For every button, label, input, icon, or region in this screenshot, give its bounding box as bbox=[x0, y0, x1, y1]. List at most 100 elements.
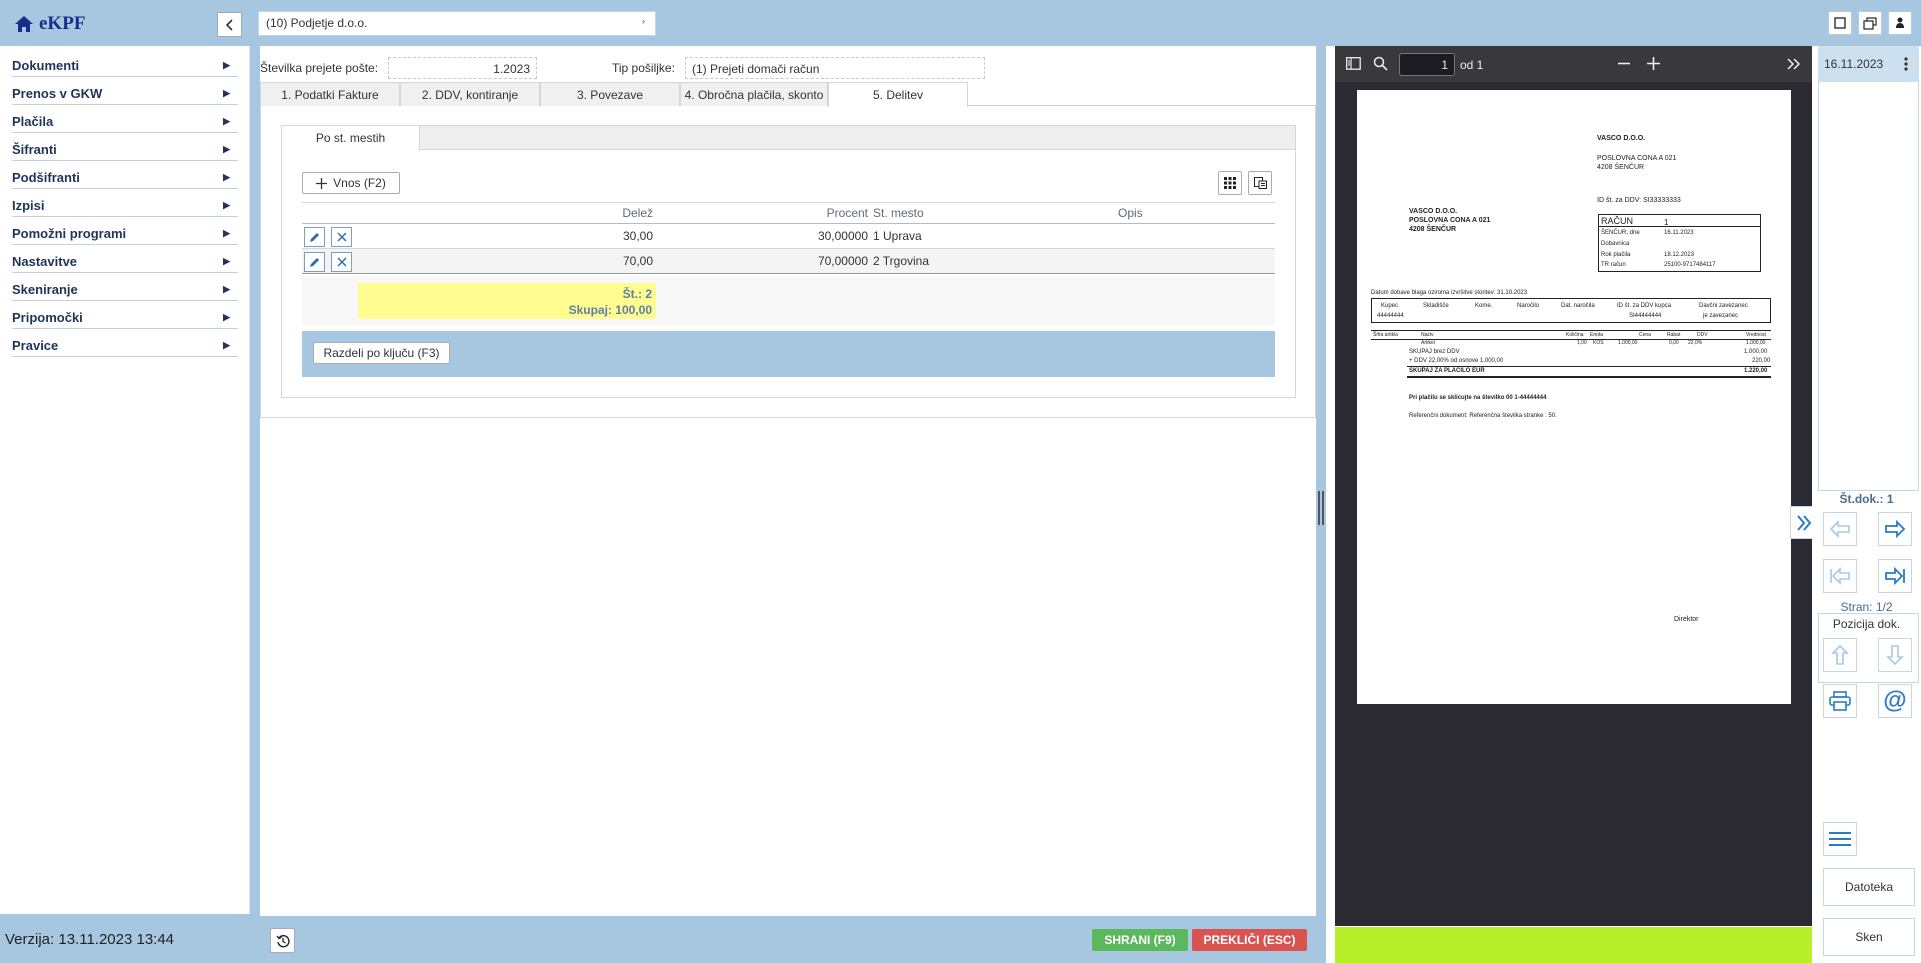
sidebar-item-label: Nastavitve bbox=[12, 254, 78, 269]
window-icon-button[interactable] bbox=[1828, 11, 1852, 35]
history-icon bbox=[275, 934, 290, 947]
inner-tab-strip bbox=[282, 126, 1295, 150]
double-chevron-right-icon[interactable] bbox=[1787, 58, 1801, 70]
sidebar-item-label: Šifranti bbox=[12, 142, 57, 157]
chevron-right-icon: ▶ bbox=[223, 200, 230, 210]
tab-label: 5. Delitev bbox=[872, 88, 924, 102]
sidebar-item-skeniranje[interactable]: Skeniranje ▶ bbox=[12, 277, 238, 301]
doc-sum-net-label: SKUPAJ brez DDV bbox=[1409, 349, 1460, 355]
scan-button-label: Sken bbox=[1855, 930, 1883, 944]
plus-icon bbox=[316, 177, 328, 189]
sidebar-item-pomozni[interactable]: Pomožni programi ▶ bbox=[12, 221, 238, 245]
sidebar-item-pripomocki[interactable]: Pripomočki ▶ bbox=[12, 305, 238, 329]
doc-ref-doc: Referenčni dokument: Referenčna številka… bbox=[1409, 413, 1557, 419]
doc-h-comm: Kome. bbox=[1475, 303, 1493, 309]
app-logo[interactable]: eKPF bbox=[14, 13, 85, 35]
document-list bbox=[1818, 46, 1919, 491]
last-doc-button[interactable] bbox=[1878, 559, 1912, 593]
tab-obrocna-placila[interactable]: 4. Obročna plačila, skonto bbox=[680, 82, 828, 106]
delete-row-button[interactable] bbox=[331, 252, 352, 272]
doc-h-order: Naročilo bbox=[1517, 303, 1540, 309]
menu-button[interactable] bbox=[1823, 822, 1857, 856]
tab-po-st-mestih[interactable]: Po st. mestih bbox=[282, 126, 420, 151]
summary-total: Skupaj: 100,00 bbox=[568, 303, 652, 317]
table-row[interactable]: 70,00 70,00000 2 Trgovina bbox=[302, 249, 1275, 274]
next-doc-button[interactable] bbox=[1878, 512, 1912, 546]
sidebar-item-pravice[interactable]: Pravice ▶ bbox=[12, 333, 238, 357]
at-icon: @ bbox=[1883, 687, 1907, 714]
page-number-input[interactable]: 1 bbox=[1399, 53, 1455, 76]
home-icon bbox=[15, 16, 33, 32]
pane-splitter[interactable] bbox=[1316, 46, 1326, 963]
sidebar-item-sifranti[interactable]: Šifranti ▶ bbox=[12, 137, 238, 161]
cancel-button[interactable]: PREKLIČI (ESC) bbox=[1192, 929, 1307, 951]
version-label: Verzija: 13.11.2023 13:44 bbox=[0, 914, 250, 963]
arrow-right-icon bbox=[1885, 520, 1906, 538]
previous-doc-button[interactable] bbox=[1823, 512, 1857, 546]
doc-h-warehouse: Skladišče bbox=[1423, 303, 1449, 309]
document-list-item[interactable]: 16.11.2023 bbox=[1818, 46, 1919, 82]
user-icon bbox=[1896, 17, 1904, 28]
doc-item-vat: 22,0% bbox=[1688, 340, 1703, 346]
page-count-label: od 1 bbox=[1460, 58, 1484, 72]
arrow-up-icon bbox=[1831, 644, 1849, 665]
cell-percent: 30,00000 bbox=[817, 229, 868, 243]
doc-seller-addr2: 4208 ŠENČUR bbox=[1597, 164, 1645, 171]
company-select-value: (10) Podjetje d.o.o. bbox=[266, 16, 368, 30]
sidebar-item-nastavitve[interactable]: Nastavitve ▶ bbox=[12, 249, 238, 273]
windows-icon-button[interactable] bbox=[1858, 11, 1882, 35]
edit-row-button[interactable] bbox=[304, 252, 325, 272]
print-button[interactable] bbox=[1823, 684, 1857, 718]
close-icon bbox=[337, 257, 346, 267]
collapse-sidebar-button[interactable] bbox=[217, 12, 242, 37]
doc-position-label: Pozicija dok. bbox=[1832, 617, 1901, 631]
tab-podatki-fakture[interactable]: 1. Podatki Fakture bbox=[260, 82, 400, 106]
company-select[interactable]: (10) Podjetje d.o.o. › bbox=[258, 11, 656, 36]
split-by-key-label: Razdeli po ključu (F3) bbox=[323, 346, 440, 360]
doc-count-label: Št.dok.: 1 bbox=[1839, 492, 1894, 506]
more-vertical-icon[interactable] bbox=[1904, 57, 1908, 71]
sidebar-item-placila[interactable]: Plačila ▶ bbox=[12, 109, 238, 133]
doc-signature: Direktor bbox=[1674, 616, 1699, 623]
table-row[interactable]: 30,00 30,00000 1 Uprava bbox=[302, 224, 1275, 249]
mail-no-field: 1.2023 bbox=[388, 57, 537, 79]
email-button[interactable]: @ bbox=[1878, 684, 1912, 718]
tab-delitev[interactable]: 5. Delitev bbox=[828, 82, 968, 107]
move-up-button[interactable] bbox=[1823, 638, 1857, 672]
sidebar-item-label: Izpisi bbox=[12, 198, 45, 213]
move-down-button[interactable] bbox=[1878, 638, 1912, 672]
chevron-right-icon: › bbox=[642, 16, 645, 26]
scan-button[interactable]: Sken bbox=[1823, 918, 1915, 956]
export-button[interactable] bbox=[1248, 171, 1272, 195]
sidebar-item-dokumenti[interactable]: Dokumenti ▶ bbox=[12, 53, 238, 77]
zoom-in-icon[interactable] bbox=[1647, 57, 1660, 70]
zoom-out-icon[interactable] bbox=[1618, 62, 1630, 65]
sidebar-item-izpisi[interactable]: Izpisi ▶ bbox=[12, 193, 238, 217]
chevron-right-icon: ▶ bbox=[223, 172, 230, 182]
doc-invoice-label: RAČUN bbox=[1601, 216, 1634, 226]
file-button[interactable]: Datoteka bbox=[1823, 868, 1915, 906]
doc-buyer-addr1: POSLOVNA CONA A 021 bbox=[1409, 217, 1491, 224]
hamburger-icon bbox=[1829, 832, 1851, 846]
add-entry-button[interactable]: Vnos (F2) bbox=[302, 172, 400, 194]
split-by-key-button[interactable]: Razdeli po ključu (F3) bbox=[313, 342, 450, 364]
tab-povezave[interactable]: 3. Povezave bbox=[540, 82, 680, 106]
save-button[interactable]: SHRANI (F9) bbox=[1092, 929, 1188, 951]
history-button[interactable] bbox=[270, 928, 295, 953]
sidebar-item-podsifranti[interactable]: Podšifranti ▶ bbox=[12, 165, 238, 189]
user-icon-button[interactable] bbox=[1888, 11, 1912, 35]
chevron-right-icon: ▶ bbox=[223, 228, 230, 238]
delete-row-button[interactable] bbox=[331, 227, 352, 247]
chevron-right-icon: ▶ bbox=[223, 60, 230, 70]
sidebar-item-label: Pomožni programi bbox=[12, 226, 127, 241]
tab-ddv-kontiranje[interactable]: 2. DDV, kontiranje bbox=[400, 82, 540, 106]
sidebar-item-prenos[interactable]: Prenos v GKW ▶ bbox=[12, 81, 238, 105]
first-doc-button[interactable] bbox=[1823, 559, 1857, 593]
doc-vat-value: 220,00 bbox=[1752, 358, 1771, 364]
splitter-grip-icon bbox=[1318, 491, 1324, 525]
search-icon[interactable] bbox=[1373, 56, 1388, 71]
summary-box: Št.: 2 Skupaj: 100,00 bbox=[358, 283, 656, 319]
edit-row-button[interactable] bbox=[304, 227, 325, 247]
sidebar-toggle-icon[interactable] bbox=[1346, 57, 1361, 70]
grid-view-button[interactable] bbox=[1218, 171, 1242, 195]
